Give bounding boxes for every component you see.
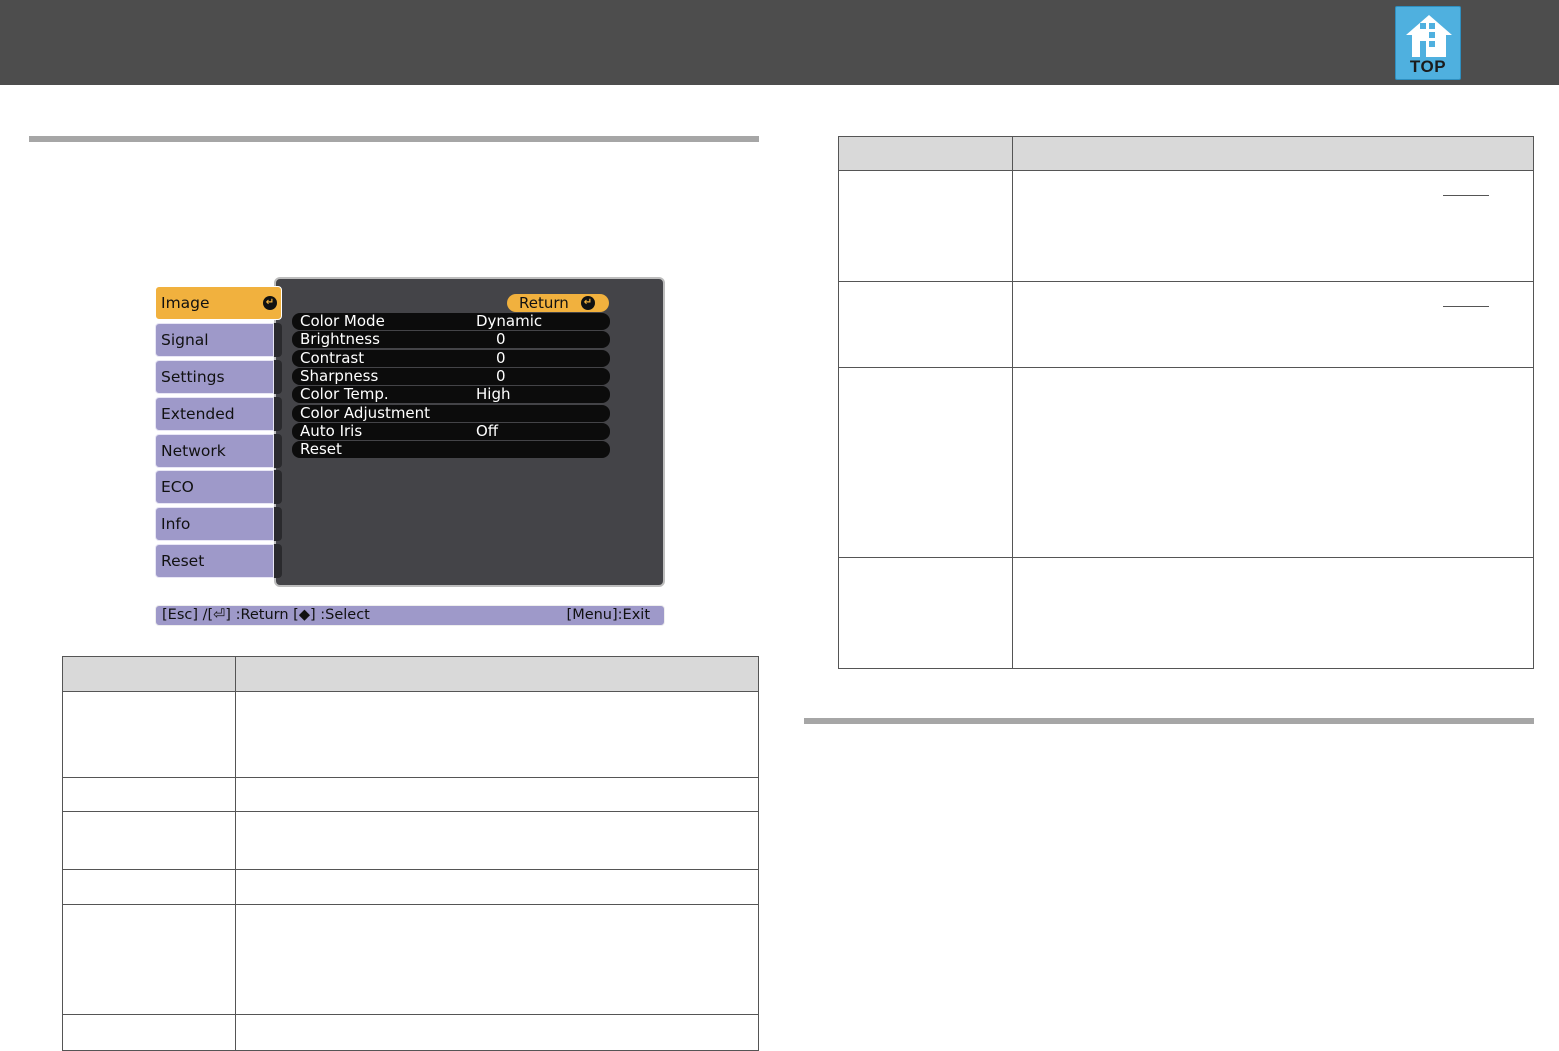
- glossary-link-mark[interactable]: [1443, 195, 1489, 196]
- return-button[interactable]: Return ↵: [507, 294, 609, 312]
- tab-notch: [274, 397, 282, 431]
- menu-item-label: Brightness: [300, 330, 380, 348]
- menu-item-color-adjustment[interactable]: Color Adjustment: [292, 405, 610, 422]
- menu-item-label: Color Mode: [300, 312, 385, 330]
- menu-item-label: Sharpness: [300, 367, 379, 385]
- menu-tab-signal[interactable]: Signal: [155, 323, 274, 357]
- menu-tab-settings[interactable]: Settings: [155, 360, 274, 394]
- menu-item-sharpness[interactable]: Sharpness 0: [292, 368, 610, 385]
- menu-item-label: Contrast: [300, 349, 365, 367]
- left-settings-table: [62, 656, 759, 1051]
- return-label: Return: [519, 294, 569, 312]
- house-icon: [1406, 15, 1452, 57]
- tab-notch: [274, 360, 282, 394]
- menu-item-label: Auto Iris: [300, 422, 363, 440]
- menu-item-auto-iris[interactable]: Auto Iris Off: [292, 423, 610, 440]
- enter-icon: ↵: [581, 296, 595, 310]
- help-exit-text: [Menu]:Exit: [566, 607, 650, 623]
- column-divider: [235, 656, 236, 1050]
- menu-item-value: Dynamic: [476, 312, 543, 330]
- table-row: [63, 1015, 758, 1050]
- menu-tab-reset[interactable]: Reset: [155, 544, 274, 578]
- menu-tab-label: Network: [161, 442, 226, 460]
- menu-item-value: High: [476, 385, 511, 403]
- menu-item-value: 0: [496, 349, 506, 367]
- menu-item-brightness[interactable]: Brightness 0: [292, 331, 610, 348]
- help-navigation-text: [Esc] /[⏎] :Return [◆] :Select: [162, 607, 370, 623]
- menu-item-contrast[interactable]: Contrast 0: [292, 350, 610, 367]
- menu-item-label: Reset: [300, 440, 342, 458]
- menu-tab-label: Settings: [161, 368, 225, 386]
- menu-item-label: Color Temp.: [300, 385, 389, 403]
- menu-tab-label: Extended: [161, 405, 235, 423]
- section-rule-left: [29, 136, 759, 142]
- tab-notch: [274, 507, 282, 541]
- tab-notch: [274, 544, 282, 578]
- menu-item-color-temp[interactable]: Color Temp. High: [292, 386, 610, 403]
- menu-tab-label: Info: [161, 515, 191, 533]
- table-row: [839, 368, 1533, 558]
- menu-item-color-mode[interactable]: Color Mode Dynamic: [292, 313, 610, 330]
- projector-menu: Image ↵ Signal Settings Extended Network…: [155, 277, 665, 627]
- column-divider: [1012, 136, 1013, 668]
- section-rule-right: [804, 718, 1534, 724]
- right-settings-table: [838, 136, 1534, 669]
- menu-item-value: 0: [496, 367, 506, 385]
- menu-tab-image[interactable]: Image ↵: [155, 286, 282, 320]
- menu-item-value: Off: [476, 422, 499, 440]
- menu-tab-eco[interactable]: ECO: [155, 470, 274, 504]
- table-row: [839, 558, 1533, 668]
- table-row: [63, 778, 758, 812]
- menu-help-bar: [Esc] /[⏎] :Return [◆] :Select [Menu]:Ex…: [155, 605, 665, 626]
- top-button[interactable]: TOP: [1395, 6, 1461, 80]
- menu-tab-label: Reset: [161, 552, 205, 570]
- table-header: [63, 656, 758, 692]
- tab-notch: [274, 470, 282, 504]
- table-row: [63, 905, 758, 1015]
- enter-icon: ↵: [263, 296, 277, 310]
- table-row: [839, 282, 1533, 368]
- menu-tab-label: Image: [161, 294, 210, 312]
- menu-tab-label: Signal: [161, 331, 209, 349]
- menu-tab-label: ECO: [161, 478, 194, 496]
- table-row: [63, 812, 758, 870]
- menu-tab-info[interactable]: Info: [155, 507, 274, 541]
- menu-item-reset[interactable]: Reset: [292, 441, 610, 458]
- glossary-link-mark[interactable]: [1443, 306, 1489, 307]
- tab-notch: [274, 323, 282, 357]
- table-row: [839, 171, 1533, 282]
- manual-page: TOP Image ↵ Signal Settings Extended Net…: [0, 0, 1559, 1051]
- menu-tab-network[interactable]: Network: [155, 434, 274, 468]
- table-row: [63, 692, 758, 778]
- tab-notch: [274, 434, 282, 468]
- table-row: [63, 870, 758, 905]
- top-button-label: TOP: [1409, 57, 1447, 76]
- page-header: TOP: [0, 0, 1559, 85]
- menu-tab-extended[interactable]: Extended: [155, 397, 274, 431]
- menu-item-label: Color Adjustment: [300, 404, 431, 422]
- table-header: [839, 136, 1533, 171]
- menu-item-value: 0: [496, 330, 506, 348]
